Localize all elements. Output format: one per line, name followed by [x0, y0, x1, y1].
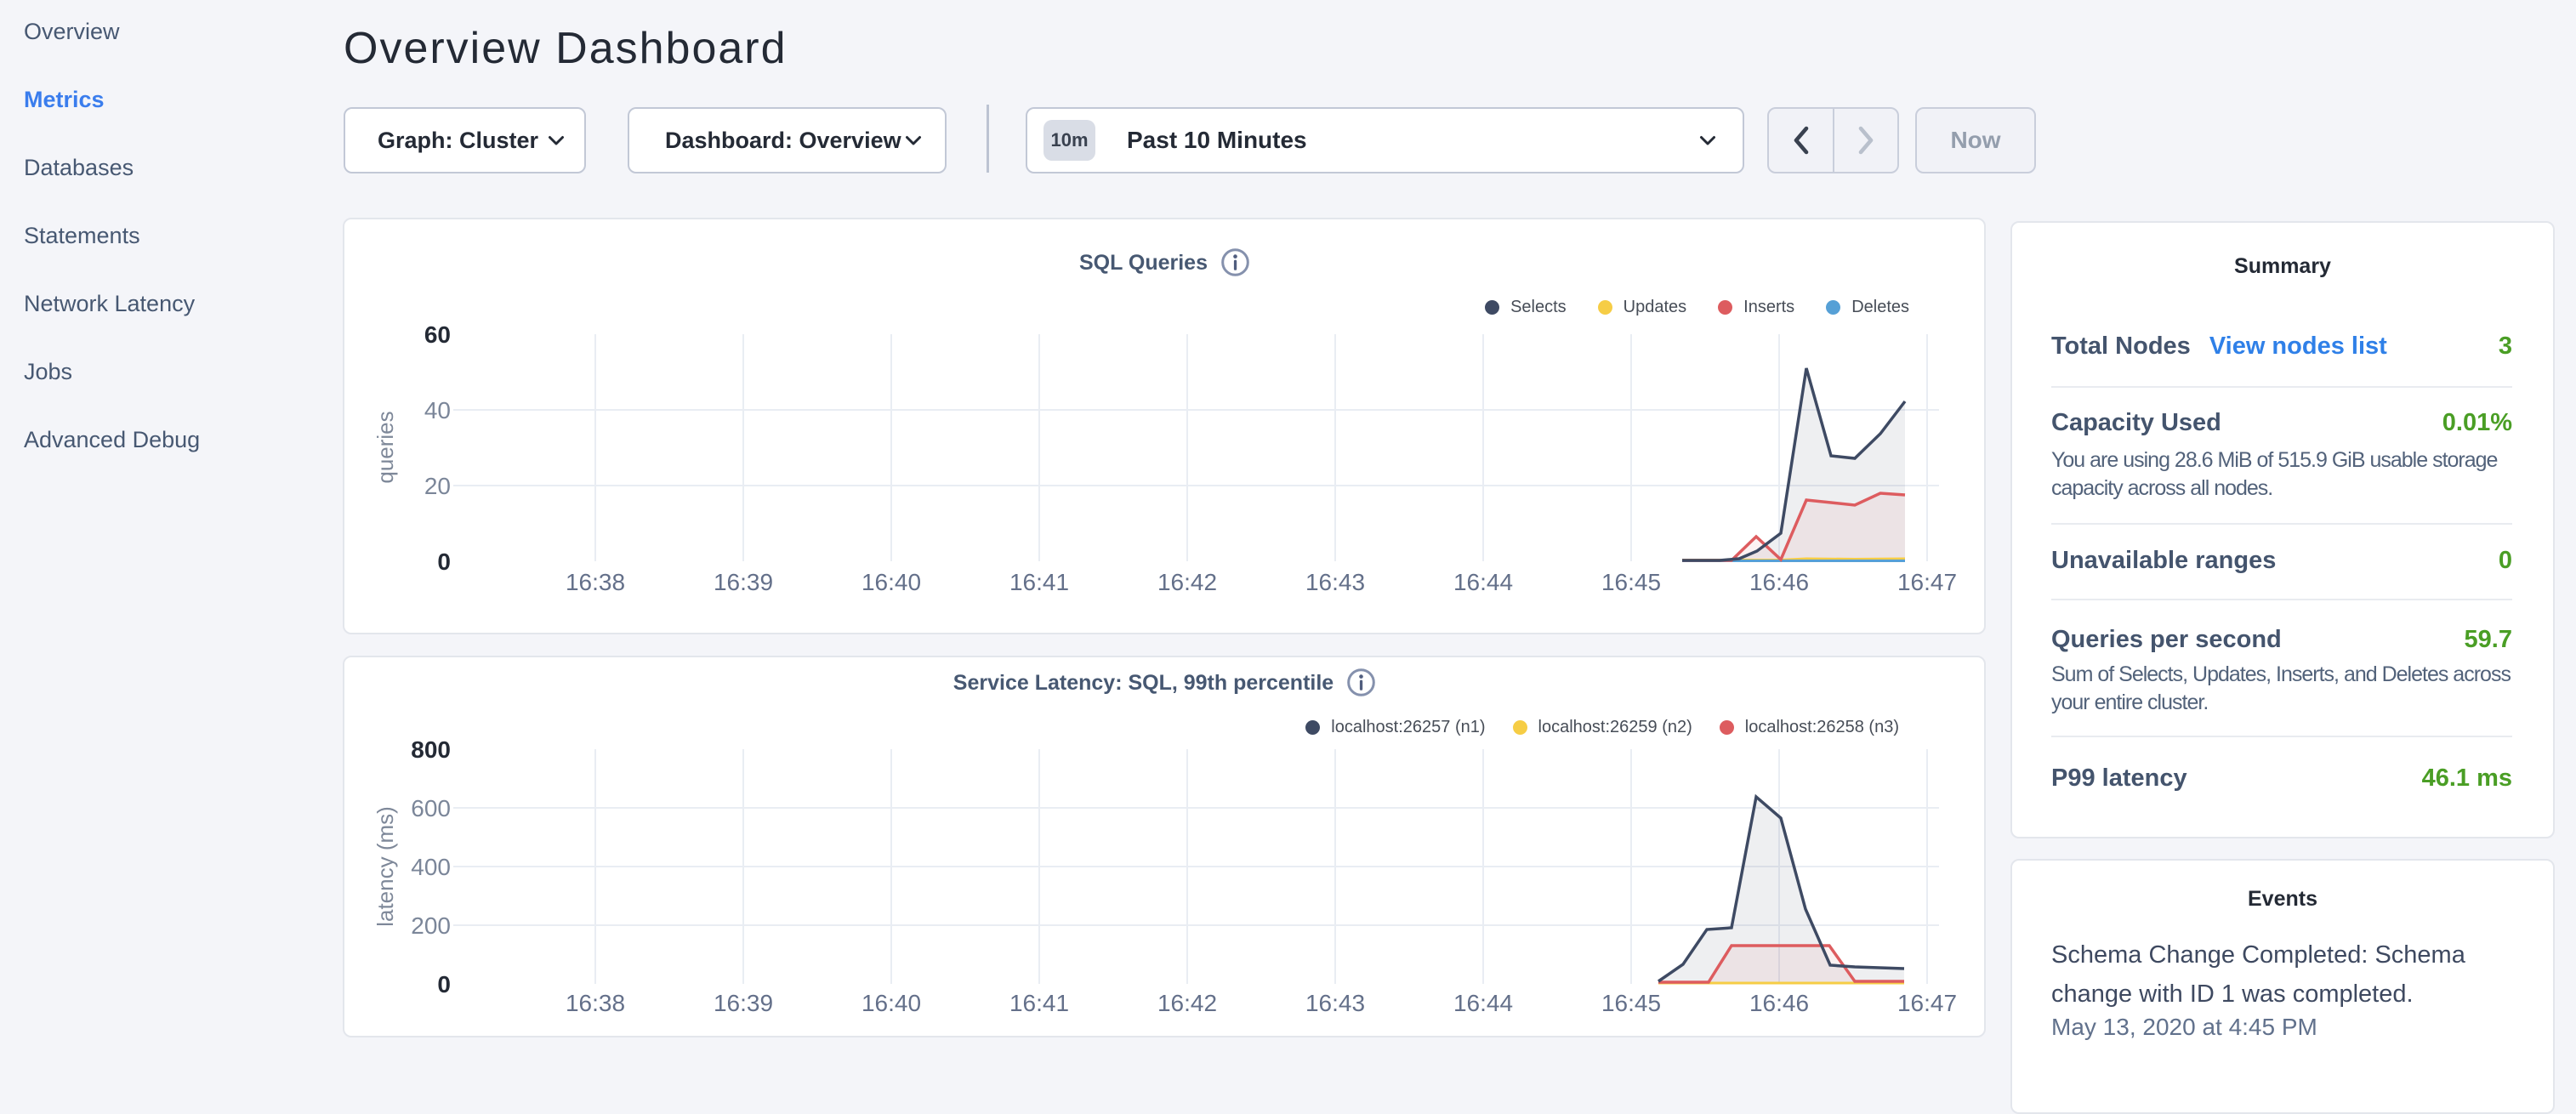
svg-text:16:43: 16:43 [1305, 569, 1365, 595]
svg-text:latency (ms): latency (ms) [372, 806, 398, 927]
svg-text:40: 40 [424, 397, 451, 423]
svg-text:200: 200 [411, 912, 451, 939]
svg-text:16:39: 16:39 [714, 990, 773, 1016]
svg-text:16:41: 16:41 [1009, 569, 1069, 595]
svg-text:600: 600 [411, 795, 451, 821]
svg-text:16:46: 16:46 [1749, 569, 1809, 595]
svg-text:16:47: 16:47 [1897, 990, 1957, 1016]
svg-text:0: 0 [437, 971, 451, 997]
svg-text:16:38: 16:38 [566, 569, 625, 595]
svg-text:16:41: 16:41 [1009, 990, 1069, 1016]
svg-text:16:45: 16:45 [1601, 569, 1661, 595]
svg-text:16:44: 16:44 [1453, 569, 1513, 595]
svg-text:queries: queries [372, 411, 398, 483]
svg-text:20: 20 [424, 473, 451, 499]
svg-text:16:43: 16:43 [1305, 990, 1365, 1016]
svg-text:16:42: 16:42 [1157, 990, 1217, 1016]
svg-text:16:40: 16:40 [862, 990, 921, 1016]
svg-text:16:44: 16:44 [1453, 990, 1513, 1016]
svg-text:60: 60 [424, 321, 451, 348]
svg-text:16:38: 16:38 [566, 990, 625, 1016]
svg-text:16:45: 16:45 [1601, 990, 1661, 1016]
svg-text:16:40: 16:40 [862, 569, 921, 595]
svg-text:400: 400 [411, 854, 451, 880]
svg-text:0: 0 [437, 548, 451, 575]
svg-text:800: 800 [411, 736, 451, 763]
svg-text:16:47: 16:47 [1897, 569, 1957, 595]
svg-text:16:42: 16:42 [1157, 569, 1217, 595]
svg-text:16:46: 16:46 [1749, 990, 1809, 1016]
svg-text:16:39: 16:39 [714, 569, 773, 595]
